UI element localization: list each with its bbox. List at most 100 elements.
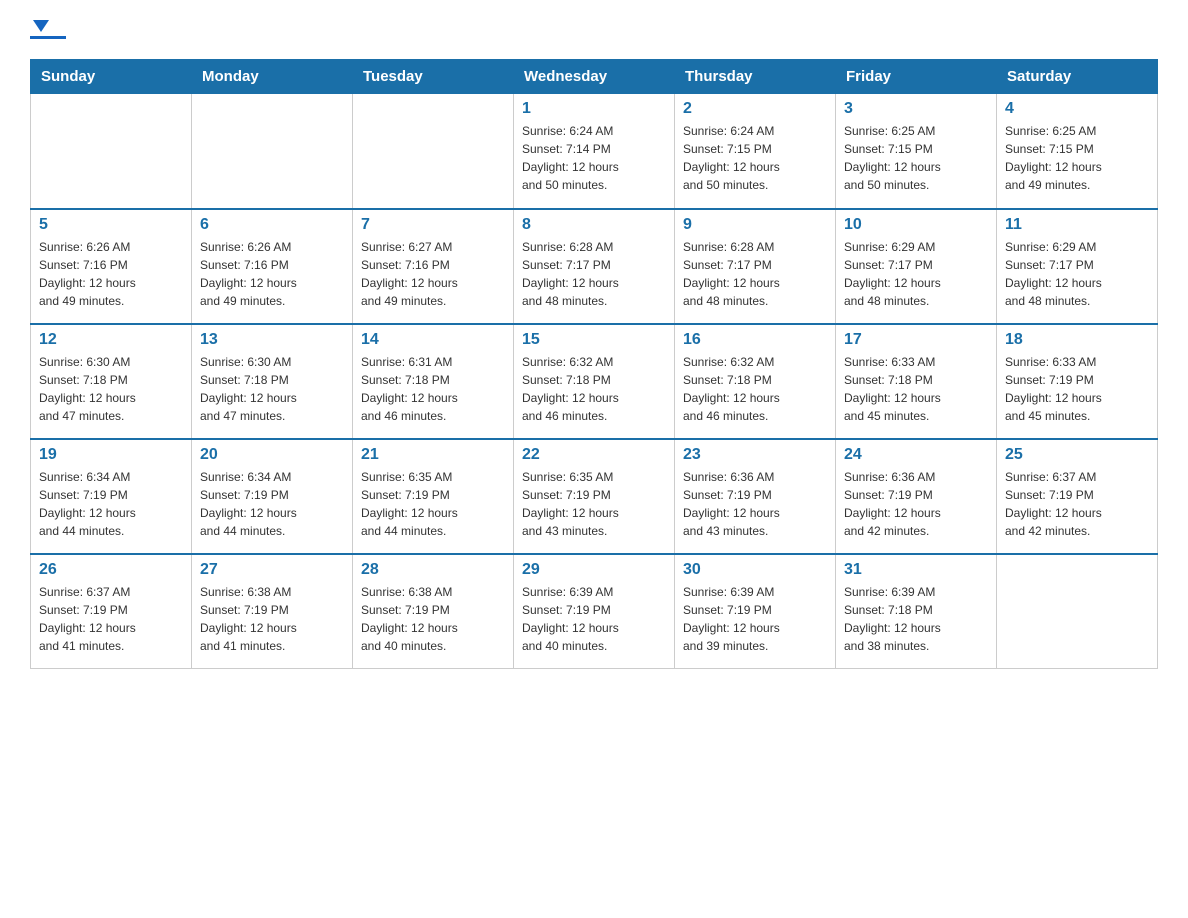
calendar-week-row: 26 Sunrise: 6:37 AMSunset: 7:19 PMDayligh… <box>31 554 1158 669</box>
day-info: Sunrise: 6:34 AMSunset: 7:19 PMDaylight:… <box>200 468 344 540</box>
calendar-cell <box>31 94 192 209</box>
calendar-cell: 29 Sunrise: 6:39 AMSunset: 7:19 PMDayligh… <box>514 554 675 669</box>
day-info: Sunrise: 6:39 AMSunset: 7:19 PMDaylight:… <box>522 583 666 655</box>
calendar-cell: 10Sunrise: 6:29 AMSunset: 7:17 PMDayligh… <box>836 209 997 324</box>
day-info: Sunrise: 6:35 AMSunset: 7:19 PMDaylight:… <box>361 468 505 540</box>
calendar-cell: 3 Sunrise: 6:25 AMSunset: 7:15 PMDaylight… <box>836 94 997 209</box>
calendar-cell: 20Sunrise: 6:34 AMSunset: 7:19 PMDayligh… <box>192 439 353 554</box>
day-info: Sunrise: 6:36 AMSunset: 7:19 PMDaylight:… <box>844 468 988 540</box>
weekday-header-wednesday: Wednesday <box>514 60 675 94</box>
calendar-cell: 28 Sunrise: 6:38 AMSunset: 7:19 PMDayligh… <box>353 554 514 669</box>
calendar-cell: 17 Sunrise: 6:33 AMSunset: 7:18 PMDayligh… <box>836 324 997 439</box>
day-info: Sunrise: 6:30 AMSunset: 7:18 PMDaylight:… <box>39 353 183 425</box>
calendar-cell: 31 Sunrise: 6:39 AMSunset: 7:18 PMDayligh… <box>836 554 997 669</box>
day-info: Sunrise: 6:26 AMSunset: 7:16 PMDaylight:… <box>39 238 183 310</box>
calendar-cell: 25 Sunrise: 6:37 AMSunset: 7:19 PMDayligh… <box>997 439 1158 554</box>
day-number: 14 <box>361 331 505 349</box>
calendar-cell: 30Sunrise: 6:39 AMSunset: 7:19 PMDayligh… <box>675 554 836 669</box>
day-number: 28 <box>361 561 505 579</box>
calendar-cell: 12 Sunrise: 6:30 AMSunset: 7:18 PMDayligh… <box>31 324 192 439</box>
day-info: Sunrise: 6:29 AMSunset: 7:17 PMDaylight:… <box>1005 238 1149 310</box>
calendar-cell: 23 Sunrise: 6:36 AMSunset: 7:19 PMDayligh… <box>675 439 836 554</box>
day-number: 21 <box>361 446 505 464</box>
day-info: Sunrise: 6:30 AMSunset: 7:18 PMDaylight:… <box>200 353 344 425</box>
day-number: 29 <box>522 561 666 579</box>
day-number: 27 <box>200 561 344 579</box>
day-info: Sunrise: 6:33 AMSunset: 7:19 PMDaylight:… <box>1005 353 1149 425</box>
day-info: Sunrise: 6:39 AMSunset: 7:18 PMDaylight:… <box>844 583 988 655</box>
day-info: Sunrise: 6:25 AMSunset: 7:15 PMDaylight:… <box>844 122 988 194</box>
day-number: 1 <box>522 100 666 118</box>
day-number: 11 <box>1005 216 1149 234</box>
calendar-week-row: 12 Sunrise: 6:30 AMSunset: 7:18 PMDayligh… <box>31 324 1158 439</box>
calendar-cell <box>353 94 514 209</box>
day-info: Sunrise: 6:24 AMSunset: 7:14 PMDaylight:… <box>522 122 666 194</box>
logo-underline <box>30 36 66 39</box>
weekday-header-tuesday: Tuesday <box>353 60 514 94</box>
calendar-cell: 8Sunrise: 6:28 AMSunset: 7:17 PMDaylight… <box>514 209 675 324</box>
calendar-cell: 11 Sunrise: 6:29 AMSunset: 7:17 PMDayligh… <box>997 209 1158 324</box>
day-number: 26 <box>39 561 183 579</box>
calendar-week-row: 19 Sunrise: 6:34 AMSunset: 7:19 PMDayligh… <box>31 439 1158 554</box>
calendar-cell: 21 Sunrise: 6:35 AMSunset: 7:19 PMDayligh… <box>353 439 514 554</box>
calendar-cell: 18 Sunrise: 6:33 AMSunset: 7:19 PMDayligh… <box>997 324 1158 439</box>
day-info: Sunrise: 6:34 AMSunset: 7:19 PMDaylight:… <box>39 468 183 540</box>
day-info: Sunrise: 6:38 AMSunset: 7:19 PMDaylight:… <box>200 583 344 655</box>
calendar-cell: 9 Sunrise: 6:28 AMSunset: 7:17 PMDaylight… <box>675 209 836 324</box>
calendar-cell: 26 Sunrise: 6:37 AMSunset: 7:19 PMDayligh… <box>31 554 192 669</box>
day-number: 4 <box>1005 100 1149 118</box>
day-number: 19 <box>39 446 183 464</box>
calendar-cell: 16Sunrise: 6:32 AMSunset: 7:18 PMDayligh… <box>675 324 836 439</box>
day-number: 5 <box>39 216 183 234</box>
day-info: Sunrise: 6:25 AMSunset: 7:15 PMDaylight:… <box>1005 122 1149 194</box>
day-info: Sunrise: 6:38 AMSunset: 7:19 PMDaylight:… <box>361 583 505 655</box>
calendar-cell: 22 Sunrise: 6:35 AMSunset: 7:19 PMDayligh… <box>514 439 675 554</box>
day-info: Sunrise: 6:31 AMSunset: 7:18 PMDaylight:… <box>361 353 505 425</box>
day-number: 23 <box>683 446 827 464</box>
calendar-cell: 7 Sunrise: 6:27 AMSunset: 7:16 PMDaylight… <box>353 209 514 324</box>
day-info: Sunrise: 6:27 AMSunset: 7:16 PMDaylight:… <box>361 238 505 310</box>
day-number: 3 <box>844 100 988 118</box>
calendar-cell <box>192 94 353 209</box>
calendar-cell: 6Sunrise: 6:26 AMSunset: 7:16 PMDaylight… <box>192 209 353 324</box>
day-number: 17 <box>844 331 988 349</box>
day-info: Sunrise: 6:36 AMSunset: 7:19 PMDaylight:… <box>683 468 827 540</box>
day-info: Sunrise: 6:35 AMSunset: 7:19 PMDaylight:… <box>522 468 666 540</box>
day-info: Sunrise: 6:32 AMSunset: 7:18 PMDaylight:… <box>522 353 666 425</box>
day-number: 10 <box>844 216 988 234</box>
day-info: Sunrise: 6:28 AMSunset: 7:17 PMDaylight:… <box>522 238 666 310</box>
day-info: Sunrise: 6:37 AMSunset: 7:19 PMDaylight:… <box>1005 468 1149 540</box>
calendar-week-row: 5 Sunrise: 6:26 AMSunset: 7:16 PMDaylight… <box>31 209 1158 324</box>
calendar-cell: 15 Sunrise: 6:32 AMSunset: 7:18 PMDayligh… <box>514 324 675 439</box>
day-number: 12 <box>39 331 183 349</box>
day-info: Sunrise: 6:24 AMSunset: 7:15 PMDaylight:… <box>683 122 827 194</box>
calendar-cell: 2 Sunrise: 6:24 AMSunset: 7:15 PMDaylight… <box>675 94 836 209</box>
day-number: 25 <box>1005 446 1149 464</box>
day-number: 13 <box>200 331 344 349</box>
day-number: 18 <box>1005 331 1149 349</box>
day-info: Sunrise: 6:32 AMSunset: 7:18 PMDaylight:… <box>683 353 827 425</box>
day-info: Sunrise: 6:37 AMSunset: 7:19 PMDaylight:… <box>39 583 183 655</box>
weekday-header-friday: Friday <box>836 60 997 94</box>
day-number: 15 <box>522 331 666 349</box>
weekday-header-thursday: Thursday <box>675 60 836 94</box>
weekday-header-saturday: Saturday <box>997 60 1158 94</box>
day-number: 31 <box>844 561 988 579</box>
weekday-header-monday: Monday <box>192 60 353 94</box>
logo-triangle-icon <box>33 20 49 32</box>
logo <box>30 20 66 39</box>
day-info: Sunrise: 6:26 AMSunset: 7:16 PMDaylight:… <box>200 238 344 310</box>
day-number: 2 <box>683 100 827 118</box>
calendar-cell: 1 Sunrise: 6:24 AMSunset: 7:14 PMDaylight… <box>514 94 675 209</box>
calendar-cell: 19 Sunrise: 6:34 AMSunset: 7:19 PMDayligh… <box>31 439 192 554</box>
weekday-header-row: SundayMondayTuesdayWednesdayThursdayFrid… <box>31 60 1158 94</box>
day-number: 9 <box>683 216 827 234</box>
day-info: Sunrise: 6:28 AMSunset: 7:17 PMDaylight:… <box>683 238 827 310</box>
day-number: 7 <box>361 216 505 234</box>
calendar-cell: 4 Sunrise: 6:25 AMSunset: 7:15 PMDaylight… <box>997 94 1158 209</box>
day-number: 22 <box>522 446 666 464</box>
weekday-header-sunday: Sunday <box>31 60 192 94</box>
day-info: Sunrise: 6:33 AMSunset: 7:18 PMDaylight:… <box>844 353 988 425</box>
calendar-cell: 13 Sunrise: 6:30 AMSunset: 7:18 PMDayligh… <box>192 324 353 439</box>
calendar-cell: 27 Sunrise: 6:38 AMSunset: 7:19 PMDayligh… <box>192 554 353 669</box>
